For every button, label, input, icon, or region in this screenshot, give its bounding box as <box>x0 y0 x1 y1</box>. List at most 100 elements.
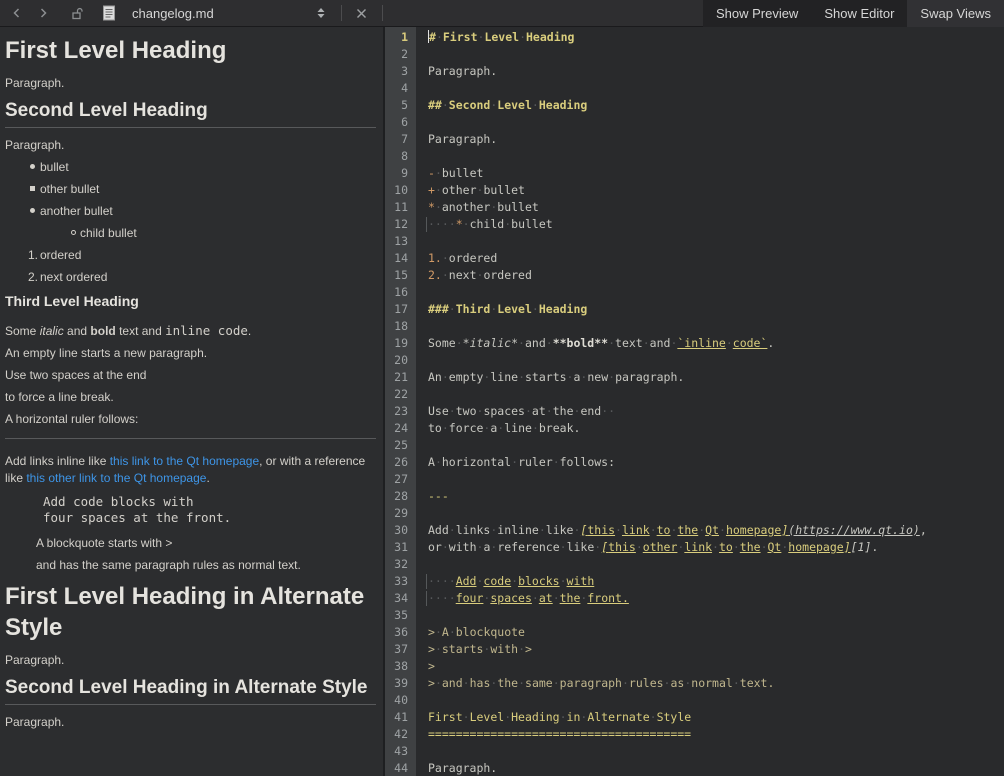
nav-group: changelog.md <box>0 2 388 24</box>
ordered-marker: 2. <box>28 271 38 284</box>
code-text-area[interactable]: #·First·Level·Heading Paragraph. ##·Second… <box>416 27 1004 776</box>
editor-line-32[interactable] <box>428 556 1004 573</box>
line-number: 4 <box>385 80 416 97</box>
editor-line-7[interactable]: Paragraph. <box>428 131 1004 148</box>
indent-guide <box>426 574 427 589</box>
editor-line-26[interactable]: A·horizontal·ruler·follows: <box>428 454 1004 471</box>
line-number: 10 <box>385 182 416 199</box>
line-number: 36 <box>385 624 416 641</box>
editor-line-6[interactable] <box>428 114 1004 131</box>
whitespace-dots: · <box>546 404 553 418</box>
whitespace-dots: · <box>442 370 449 384</box>
line-number: 27 <box>385 471 416 488</box>
editor-line-20[interactable] <box>428 352 1004 369</box>
editor-line-19[interactable]: Some·*italic*·and·**bold**·text·and·`inl… <box>428 335 1004 352</box>
show-preview-button[interactable]: Show Preview <box>703 0 811 27</box>
editor-line-21[interactable]: An·empty·line·starts·a·new·paragraph. <box>428 369 1004 386</box>
open-document-name[interactable]: changelog.md <box>132 6 214 21</box>
editor-line-34[interactable]: ····four·spaces·at·the·front. <box>428 590 1004 607</box>
preview-paragraph: Paragraph. <box>5 654 376 667</box>
line-number: 21 <box>385 369 416 386</box>
editor-line-9[interactable]: -·bullet <box>428 165 1004 182</box>
preview-blockquote: A blockquote starts with >and has the sa… <box>36 537 376 572</box>
editor-line-13[interactable] <box>428 233 1004 250</box>
editor-line-12[interactable]: ····*·child·bullet <box>428 216 1004 233</box>
editor-line-36[interactable]: >·A·blockquote <box>428 624 1004 641</box>
editor-line-23[interactable]: Use·two·spaces·at·the·end·· <box>428 403 1004 420</box>
preview-line: to force a line break. <box>5 391 376 404</box>
document-dropdown-button[interactable] <box>310 2 332 24</box>
whitespace-dots: · <box>518 676 525 690</box>
editor-line-25[interactable] <box>428 437 1004 454</box>
line-number: 3 <box>385 63 416 80</box>
qt-homepage-link[interactable]: this link to the Qt homepage <box>110 454 259 468</box>
editor-line-10[interactable]: +·other·bullet <box>428 182 1004 199</box>
editor-line-8[interactable] <box>428 148 1004 165</box>
editor-line-4[interactable] <box>428 80 1004 97</box>
preview-paragraph-linebreaks: Use two spaces at the endto force a line… <box>5 369 376 404</box>
editor-line-18[interactable] <box>428 318 1004 335</box>
editor-line-41[interactable]: First·Level·Heading·in·Alternate·Style <box>428 709 1004 726</box>
text-run: inline code <box>165 323 248 338</box>
editor-line-15[interactable]: 2.·next·ordered <box>428 267 1004 284</box>
editor-line-27[interactable] <box>428 471 1004 488</box>
whitespace-dots: · <box>463 710 470 724</box>
view-buttons-group: Show Preview Show Editor Swap Views <box>703 0 1004 27</box>
preview-paragraph-rich: Add links inline like this link to the Q… <box>5 453 376 487</box>
forward-button[interactable] <box>32 2 54 24</box>
line-number: 20 <box>385 352 416 369</box>
whitespace-dots: · <box>532 421 539 435</box>
editor-line-5[interactable]: ##·Second·Level·Heading <box>428 97 1004 114</box>
indent-guide <box>426 217 427 232</box>
whitespace-dots: · <box>615 523 622 537</box>
editor-line-28[interactable]: --- <box>428 488 1004 505</box>
list-item: 2.next ordered <box>5 271 376 284</box>
disc-bullet-icon <box>30 208 35 213</box>
editor-line-3[interactable]: Paragraph. <box>428 63 1004 80</box>
close-document-button[interactable] <box>351 2 373 24</box>
line-number: 7 <box>385 131 416 148</box>
line-number: 40 <box>385 692 416 709</box>
editor-line-29[interactable] <box>428 505 1004 522</box>
editor-line-11[interactable]: *·another·bullet <box>428 199 1004 216</box>
editor-line-38[interactable]: > <box>428 658 1004 675</box>
preview-heading-h2: Second Level Heading in Alternate Style <box>5 676 376 705</box>
line-number: 39 <box>385 675 416 692</box>
editor-line-1[interactable]: #·First·Level·Heading <box>428 29 1004 46</box>
editor-line-33[interactable]: ····Add·code·blocks·with <box>428 573 1004 590</box>
editor-line-2[interactable] <box>428 46 1004 63</box>
qt-homepage-link[interactable]: this other link to the Qt homepage <box>26 471 206 485</box>
whitespace-dots: · <box>553 676 560 690</box>
line-number: 35 <box>385 607 416 624</box>
line-number: 37 <box>385 641 416 658</box>
editor-line-30[interactable]: Add·links·inline·like·[this·link·to·the·… <box>428 522 1004 539</box>
preview-heading-h3: Third Level Heading <box>5 293 376 309</box>
editor-line-40[interactable] <box>428 692 1004 709</box>
editor-line-42[interactable]: ====================================== <box>428 726 1004 743</box>
whitespace-dots: · <box>539 523 546 537</box>
line-number: 34 <box>385 590 416 607</box>
text-run: . <box>248 324 251 338</box>
whitespace-dots: · <box>456 336 463 350</box>
whitespace-dots: · <box>436 30 443 44</box>
line-number: 30 <box>385 522 416 539</box>
editor-line-22[interactable] <box>428 386 1004 403</box>
back-button[interactable] <box>6 2 28 24</box>
whitespace-dots: · <box>442 540 449 554</box>
editor-line-24[interactable]: to·force·a·line·break. <box>428 420 1004 437</box>
editor-line-35[interactable] <box>428 607 1004 624</box>
square-bullet-icon <box>30 186 35 191</box>
show-editor-button[interactable]: Show Editor <box>811 0 907 27</box>
editor-line-37[interactable]: >·starts·with·> <box>428 641 1004 658</box>
whitespace-dots: · <box>761 540 768 554</box>
editor-line-16[interactable] <box>428 284 1004 301</box>
editor-line-31[interactable]: or·with·a·reference·like·[this·other·lin… <box>428 539 1004 556</box>
editor-line-14[interactable]: 1.·ordered <box>428 250 1004 267</box>
editor-line-39[interactable]: >·and·has·the·same·paragraph·rules·as·no… <box>428 675 1004 692</box>
whitespace-dots: · <box>608 336 615 350</box>
editor-line-17[interactable]: ###·Third·Level·Heading <box>428 301 1004 318</box>
editor-line-43[interactable] <box>428 743 1004 760</box>
editor-line-44[interactable]: Paragraph. <box>428 760 1004 776</box>
whitespace-dots: · <box>449 302 456 316</box>
swap-views-button[interactable]: Swap Views <box>907 0 1004 27</box>
